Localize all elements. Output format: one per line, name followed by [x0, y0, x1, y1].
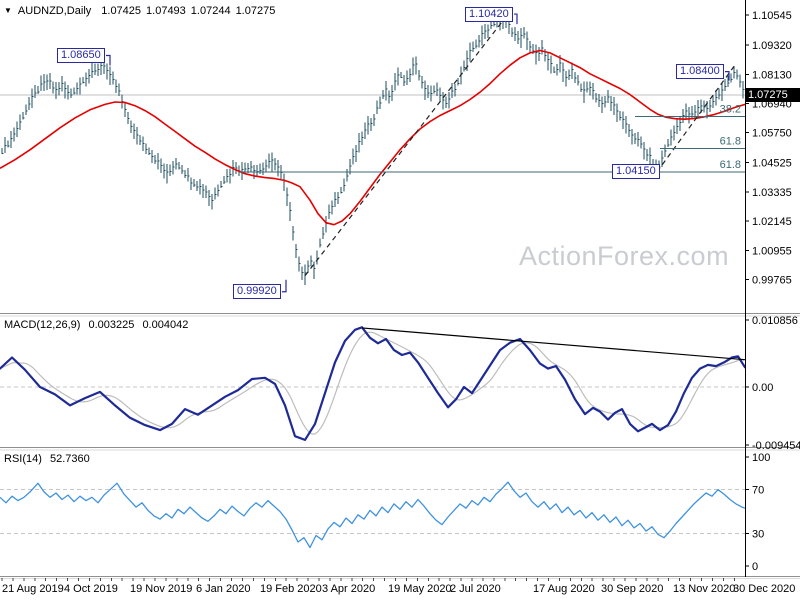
chart-header: ▼ AUDNZD,Daily 1.07425 1.07493 1.07244 1…: [4, 4, 280, 17]
price-axis-label: 1.10545: [752, 10, 792, 22]
rsi-axis-label: 0: [752, 561, 758, 573]
price-tag-connector: [282, 279, 287, 293]
price-axis-label: 1.05750: [752, 128, 792, 140]
fib-level-label: 38.2: [720, 103, 741, 115]
rsi-axis-label: 70: [752, 485, 764, 497]
price-axis-label: 1.09320: [752, 40, 792, 52]
date-label: 13 Nov 2020: [673, 583, 735, 595]
fib-level-label: 61.8: [720, 136, 741, 148]
price-axis-label: 1.03335: [752, 187, 792, 199]
date-label: 3 Apr 2020: [322, 583, 375, 595]
rsi-value: 52.7360: [49, 453, 90, 465]
price-axis-label: 1.08130: [752, 69, 792, 81]
ohlc-open: 1.07425: [101, 4, 142, 17]
date-label: 2 Jul 2020: [450, 583, 501, 595]
macd-label: MACD(12,26,9): [4, 319, 81, 331]
date-label: 4 Oct 2019: [64, 583, 118, 595]
rsi-header: RSI(14) 52.7360: [4, 453, 95, 465]
current-price-tag: 1.07275: [746, 88, 800, 103]
ohlc-low: 1.07244: [190, 4, 231, 17]
price-axis-label: 0.99765: [752, 275, 792, 287]
macd-value-main: 0.003225: [88, 319, 135, 331]
watermark: ActionForex.com: [519, 241, 730, 271]
chart-window: 38.2 61.8 61.8 1.10545 1.09320 1.08130 1.06940…: [0, 0, 800, 600]
price-tag[interactable]: 1.10420: [465, 6, 513, 22]
moving-average-line[interactable]: [0, 49, 745, 226]
macd-line[interactable]: [0, 326, 745, 441]
macd-axis-label: 0.010856: [752, 315, 798, 327]
macd-value-signal: 0.004042: [142, 319, 189, 331]
date-label: 19 Feb 2020: [260, 583, 322, 595]
price-tag[interactable]: 1.08400: [676, 64, 724, 80]
macd-axis-label: -0.009454: [752, 440, 800, 452]
date-label: 19 Nov 2019: [130, 583, 192, 595]
price-axis-label: 1.04525: [752, 158, 792, 170]
symbol-timeframe: AUDNZD,Daily: [17, 4, 92, 17]
rsi-label: RSI(14): [4, 453, 42, 465]
price-tag[interactable]: 1.04150: [612, 164, 660, 180]
price-tag-connector: [514, 13, 518, 25]
date-label: 30 Dec 2020: [733, 583, 795, 595]
date-label: 21 Aug 2019: [2, 583, 64, 595]
rsi-line[interactable]: [0, 481, 745, 549]
macd-header: MACD(12,26,9) 0.003225 0.004042: [4, 319, 193, 331]
dropdown-icon[interactable]: ▼: [4, 4, 12, 17]
date-label: 6 Jan 2020: [196, 583, 250, 595]
date-label: 30 Sep 2020: [601, 583, 663, 595]
price-tag[interactable]: 0.99920: [233, 284, 281, 300]
chart-surface[interactable]: 38.261.861.81.105451.093201.081301.06940…: [0, 0, 800, 600]
price-tag[interactable]: 1.08650: [57, 48, 105, 63]
ohlc-close: 1.07275: [235, 4, 276, 17]
date-label: 19 May 2020: [388, 583, 452, 595]
rsi-axis-label: 30: [752, 528, 764, 540]
price-axis-label: 1.02145: [752, 216, 792, 228]
rsi-axis-label: 100: [752, 452, 770, 464]
ohlc-high: 1.07493: [146, 4, 186, 17]
fib-level-label: 61.8: [720, 159, 741, 171]
price-axis-label: 1.00955: [752, 245, 792, 257]
trendline-dashed-0[interactable]: [304, 17, 506, 277]
macd-axis-label: 0.00: [752, 382, 773, 394]
date-label: 17 Aug 2020: [533, 583, 595, 595]
macd-trendline[interactable]: [361, 327, 748, 361]
macd-signal-line: [0, 331, 745, 435]
ohlc-close-ticks: [2, 17, 745, 274]
trendline-dashed-1[interactable]: [656, 66, 735, 173]
